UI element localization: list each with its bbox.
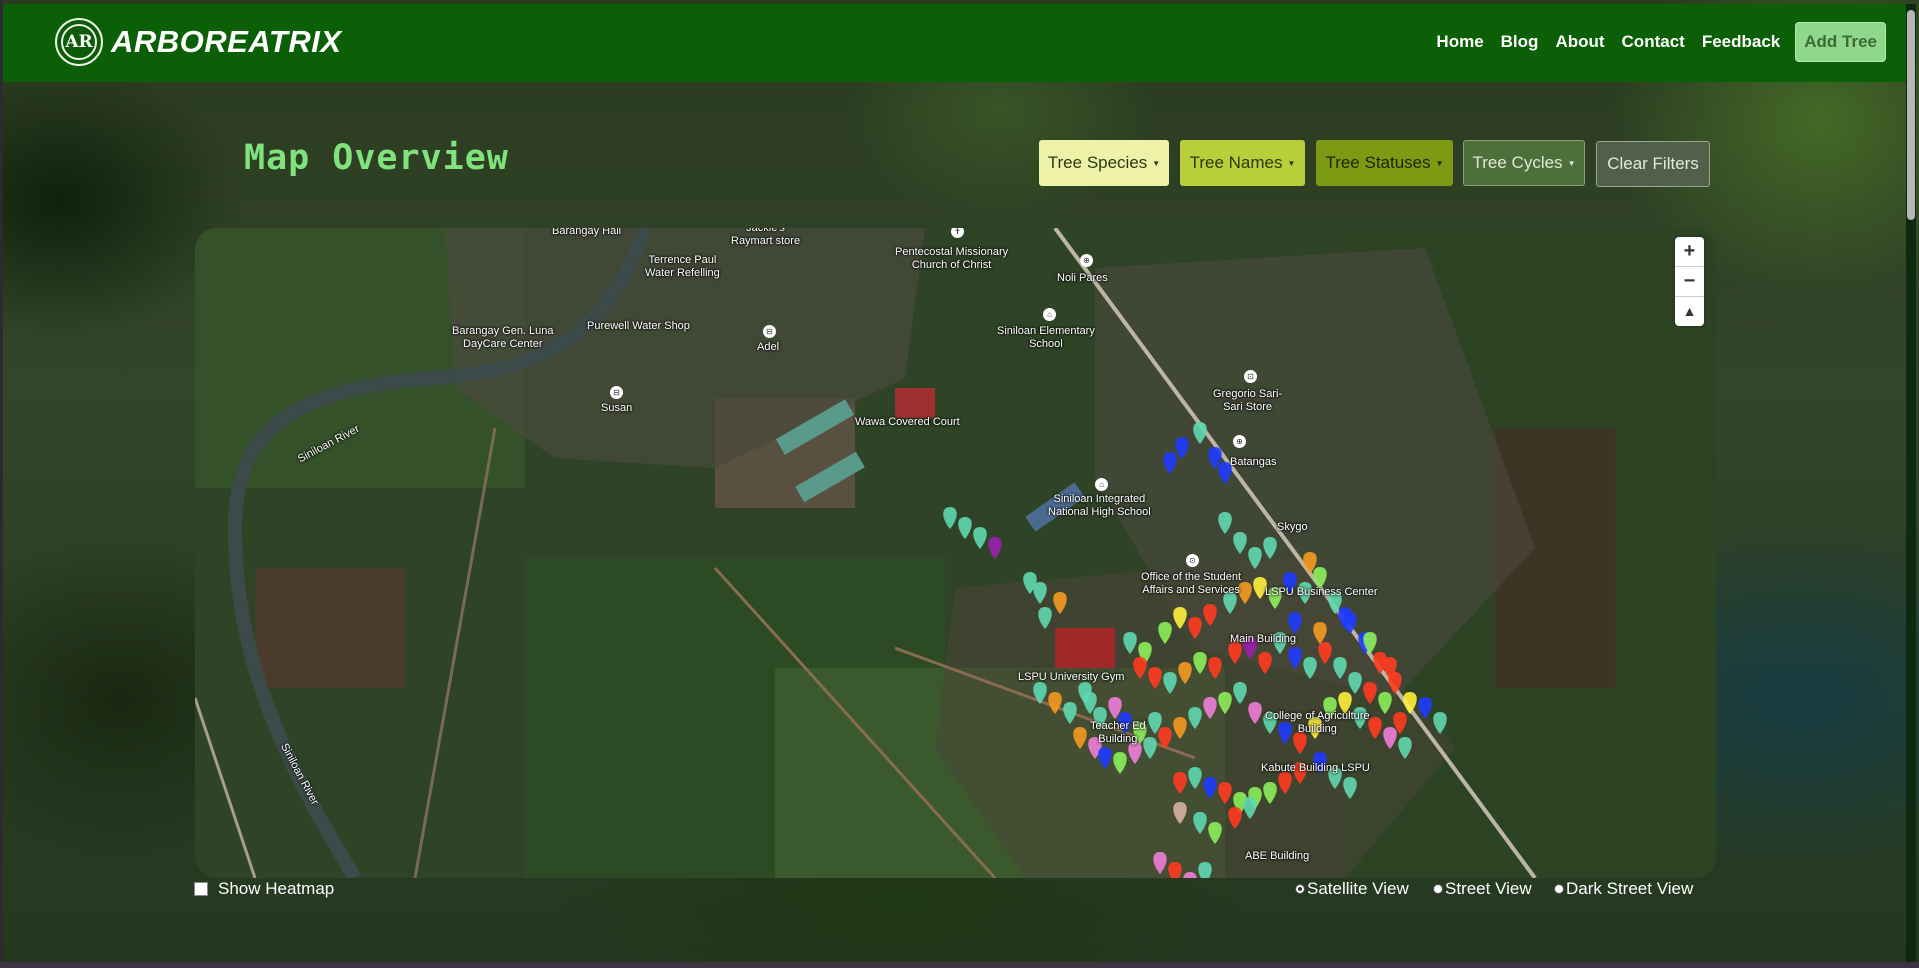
zoom-in-button[interactable]: +: [1675, 237, 1704, 267]
map-label-wawa: Wawa Covered Court: [855, 416, 960, 428]
scrollbar-thumb[interactable]: [1907, 10, 1915, 220]
map-label-jackie: Jackie's Raymart store: [731, 228, 801, 247]
dark-street-view-option[interactable]: Dark Street View: [1554, 879, 1693, 899]
zoom-out-button[interactable]: −: [1675, 267, 1704, 297]
add-tree-button[interactable]: Add Tree: [1795, 22, 1886, 62]
nav-link-contact[interactable]: Contact: [1622, 32, 1685, 52]
map-label-skygo: Skygo: [1277, 521, 1308, 533]
map-label-abe: ABE Building: [1245, 850, 1310, 862]
map-label-kabute: Kabute Building LSPU: [1261, 762, 1370, 774]
map-label-college-agri: College of Agriculture Building: [1265, 710, 1370, 735]
map-label-barangay-hall: Barangay Hall: [552, 228, 622, 237]
tree-marker[interactable]: [1198, 862, 1212, 878]
field-patch: [255, 568, 405, 688]
roof: [895, 388, 935, 418]
compass-reset-button[interactable]: ▲: [1675, 297, 1704, 326]
map-label-batangas: Batangas: [1230, 456, 1277, 468]
tree-cycles-dropdown[interactable]: Tree Cycles ▼: [1463, 140, 1585, 186]
tree-statuses-dropdown[interactable]: Tree Statuses ▼: [1316, 140, 1453, 186]
school-icon[interactable]: ⌂: [1043, 308, 1056, 321]
window-frame-left: [0, 0, 3, 968]
dark-street-view-radio[interactable]: [1554, 884, 1564, 894]
tree-species-dropdown[interactable]: Tree Species ▼: [1039, 140, 1169, 186]
map-label-purewell: Purewell Water Shop: [587, 320, 690, 332]
map-label-student-affairs: Office of the Student Affairs and Servic…: [1141, 571, 1242, 596]
map-label-siniloan-elem: Siniloan Elementary School: [997, 325, 1095, 350]
logo-text: AR: [61, 24, 97, 60]
shop-icon[interactable]: ⊟: [763, 325, 776, 338]
satellite-view-radio[interactable]: [1295, 884, 1305, 894]
tree-cycles-label: Tree Cycles: [1472, 153, 1563, 172]
office-icon[interactable]: ⊙: [1186, 554, 1199, 567]
chevron-down-icon: ▼: [1152, 158, 1161, 168]
restaurant-icon[interactable]: ⊕: [1080, 254, 1093, 267]
nav-link-about[interactable]: About: [1555, 32, 1604, 52]
map-container[interactable]: Barangay Hall Jackie's Raymart store Ter…: [195, 228, 1716, 878]
dark-street-view-label: Dark Street View: [1566, 879, 1694, 898]
chevron-down-icon: ▼: [1567, 158, 1576, 168]
map-label-teacher: Teacher Ed Building: [1090, 720, 1146, 745]
heatmap-label: Show Heatmap: [218, 879, 335, 898]
nav-link-blog[interactable]: Blog: [1501, 32, 1539, 52]
brand[interactable]: AR ARBOREATRIX: [55, 18, 342, 66]
map-label-lspu-center: LSPU Business Center: [1265, 586, 1378, 598]
street-view-option[interactable]: Street View: [1433, 879, 1532, 899]
map-label-siniloan-integrated: Siniloan Integrated National High School: [1048, 493, 1151, 518]
school-icon[interactable]: ⌂: [1095, 478, 1108, 491]
map-label-susan: Susan: [601, 402, 633, 414]
map-label-brgy-luna: Barangay Gen. Luna DayCare Center: [452, 325, 554, 350]
map-label-gregorio: Gregorio Sari- Sari Store: [1213, 388, 1283, 413]
street-view-radio[interactable]: [1433, 884, 1443, 894]
satellite-map: [195, 228, 1716, 878]
chevron-down-icon: ▼: [1287, 158, 1296, 168]
map-label-lspu-gym: LSPU University Gym: [1018, 671, 1125, 683]
clear-filters-label: Clear Filters: [1607, 154, 1699, 173]
heatmap-toggle[interactable]: Show Heatmap: [194, 879, 334, 899]
tree-names-dropdown[interactable]: Tree Names ▼: [1180, 140, 1305, 186]
window-frame-bottom: [0, 962, 1919, 968]
tree-marker[interactable]: [1168, 862, 1182, 878]
clear-filters-button[interactable]: Clear Filters: [1596, 141, 1710, 187]
map-label-noli-pares: Noli Pares: [1057, 272, 1108, 284]
logo-icon: AR: [55, 18, 103, 66]
chevron-down-icon: ▼: [1435, 158, 1444, 168]
zoom-control: + − ▲: [1675, 237, 1704, 326]
navbar: AR ARBOREATRIX Home Blog About Contact F…: [3, 4, 1906, 82]
tree-statuses-label: Tree Statuses: [1325, 153, 1431, 172]
satellite-view-label: Satellite View: [1307, 879, 1409, 898]
tree-names-label: Tree Names: [1189, 153, 1283, 172]
map-label-terrence: Terrence Paul Water Refelling: [645, 254, 720, 279]
page-title: Map Overview: [244, 138, 509, 178]
map-label-adel: Adel: [757, 341, 780, 353]
tree-species-label: Tree Species: [1047, 153, 1148, 172]
restaurant-icon[interactable]: ⊕: [1233, 435, 1246, 448]
satellite-view-option[interactable]: Satellite View: [1295, 879, 1409, 899]
street-view-label: Street View: [1445, 879, 1532, 898]
roof: [1055, 628, 1115, 668]
map-label-pentecostal: Pentecostal Missionary Church of Christ: [895, 246, 1009, 271]
brand-name: ARBOREATRIX: [111, 24, 342, 59]
nav-link-home[interactable]: Home: [1436, 32, 1483, 52]
nav-link-feedback[interactable]: Feedback: [1702, 32, 1780, 52]
nav-links: Home Blog About Contact Feedback Add Tre…: [1419, 22, 1886, 62]
heatmap-checkbox[interactable]: [194, 882, 208, 896]
shop-icon[interactable]: ⊟: [610, 386, 623, 399]
map-label-main-building: Main Building: [1230, 633, 1297, 645]
store-icon[interactable]: ⊡: [1244, 370, 1257, 383]
